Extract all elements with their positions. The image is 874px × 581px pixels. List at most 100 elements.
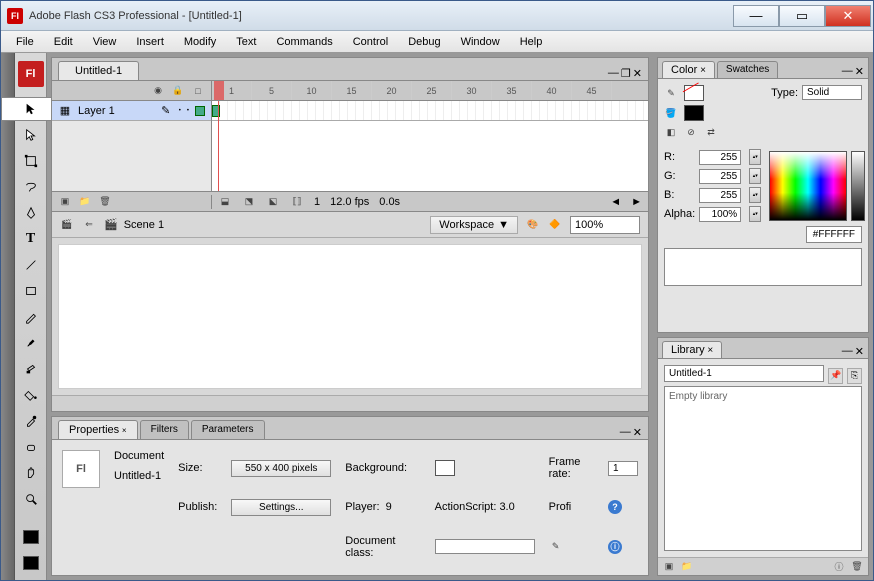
minimize-button[interactable]: — <box>733 5 779 27</box>
timeline-toggle-icon[interactable]: 🎬 <box>60 218 74 232</box>
fill-swatch[interactable] <box>684 105 704 121</box>
delete-lib-icon[interactable]: 🗑 <box>850 560 864 574</box>
tab-parameters[interactable]: Parameters <box>191 420 265 439</box>
delete-layer-button[interactable]: 🗑 <box>98 195 112 209</box>
menu-commands[interactable]: Commands <box>267 34 341 50</box>
timeline-ruler[interactable]: 1 5 10 15 20 25 30 35 40 45 <box>212 81 648 100</box>
edit-scene-icon[interactable]: 🎨 <box>526 218 540 232</box>
scene-crumb[interactable]: 🎬 Scene 1 <box>104 218 164 231</box>
menu-help[interactable]: Help <box>511 34 552 50</box>
framerate-input[interactable] <box>608 461 638 476</box>
back-button[interactable]: ⇐ <box>82 218 96 232</box>
help-icon[interactable]: ? <box>608 500 622 514</box>
value-slider[interactable] <box>851 151 865 221</box>
stroke-swatch[interactable] <box>684 85 704 101</box>
pin-library-icon[interactable]: 📌 <box>828 368 843 384</box>
lasso-tool[interactable] <box>19 175 43 199</box>
onion-outline-icon[interactable]: ⬔ <box>242 195 256 209</box>
stage[interactable] <box>58 244 642 389</box>
panel-close-icon[interactable]: ✕ <box>633 426 642 439</box>
b-spinner[interactable]: ▴▾ <box>749 187 761 203</box>
menu-text[interactable]: Text <box>227 34 265 50</box>
menu-debug[interactable]: Debug <box>399 34 449 50</box>
close-button[interactable]: ✕ <box>825 5 871 27</box>
outline-icon[interactable]: □ <box>191 84 205 98</box>
text-tool[interactable]: T <box>19 227 43 251</box>
panel-menu-icon[interactable]: — <box>842 345 853 358</box>
doc-close-icon[interactable]: ✕ <box>633 67 642 80</box>
background-swatch[interactable] <box>435 460 455 476</box>
fill-color-swatch[interactable] <box>19 551 43 575</box>
stage-scrollbar[interactable] <box>52 395 648 411</box>
library-list[interactable]: Empty library <box>664 386 862 551</box>
timeline-frames[interactable] <box>212 101 648 191</box>
lock-icon[interactable]: 🔒 <box>171 84 185 98</box>
maximize-button[interactable]: ▭ <box>779 5 825 27</box>
color-picker[interactable] <box>769 151 847 221</box>
g-spinner[interactable]: ▴▾ <box>749 168 761 184</box>
library-doc-select[interactable] <box>664 365 824 382</box>
size-button[interactable]: 550 x 400 pixels <box>231 460 331 477</box>
eye-icon[interactable]: ◉ <box>151 84 165 98</box>
r-input[interactable] <box>699 150 741 165</box>
doc-class-input[interactable] <box>435 539 535 554</box>
eyedropper-tool[interactable] <box>19 409 43 433</box>
hex-value[interactable]: #FFFFFF <box>806 226 862 243</box>
g-input[interactable] <box>699 169 741 184</box>
ink-bottle-tool[interactable] <box>19 357 43 381</box>
timeline-layer[interactable]: ▦ Layer 1 ✎ • • <box>52 101 211 121</box>
hand-tool[interactable] <box>19 461 43 485</box>
type-select[interactable] <box>802 85 862 100</box>
r-spinner[interactable]: ▴▾ <box>749 149 761 165</box>
workspace-button[interactable]: Workspace▼ <box>430 216 518 234</box>
menu-file[interactable]: File <box>7 34 43 50</box>
document-tab[interactable]: Untitled-1 <box>58 61 139 80</box>
doc-restore-icon[interactable]: ❐ <box>621 67 631 80</box>
onion-markers-icon[interactable]: ⟦⟧ <box>290 195 304 209</box>
edit-class-icon[interactable]: ✎ <box>549 540 563 554</box>
new-folder-button[interactable]: 📁 <box>78 195 92 209</box>
subselection-tool[interactable] <box>19 123 43 147</box>
zoom-select[interactable] <box>570 216 640 234</box>
tab-library[interactable]: Library × <box>662 341 722 358</box>
menu-window[interactable]: Window <box>452 34 509 50</box>
menu-view[interactable]: View <box>84 34 126 50</box>
alpha-spinner[interactable]: ▴▾ <box>749 206 761 222</box>
menu-insert[interactable]: Insert <box>127 34 173 50</box>
doc-minimize-icon[interactable]: — <box>608 67 619 80</box>
alpha-input[interactable] <box>699 207 741 222</box>
tab-color[interactable]: Color × <box>662 61 715 78</box>
free-transform-tool[interactable] <box>19 149 43 173</box>
pencil-tool[interactable] <box>19 305 43 329</box>
swap-icon[interactable]: ⇄ <box>704 125 718 139</box>
zoom-tool[interactable] <box>19 487 43 511</box>
new-folder-lib-icon[interactable]: 📁 <box>680 560 694 574</box>
rectangle-tool[interactable] <box>19 279 43 303</box>
panel-minimize-icon[interactable]: — <box>620 426 631 439</box>
playhead[interactable] <box>214 81 224 100</box>
nocolor-icon[interactable]: ⊘ <box>684 125 698 139</box>
eraser-tool[interactable] <box>19 435 43 459</box>
settings-button[interactable]: Settings... <box>231 499 331 516</box>
tab-filters[interactable]: Filters <box>140 420 189 439</box>
bw-icon[interactable]: ◧ <box>664 125 678 139</box>
pen-tool[interactable] <box>19 201 43 225</box>
stroke-color-swatch[interactable] <box>19 525 43 549</box>
new-symbol-icon[interactable]: ▣ <box>662 560 676 574</box>
paint-bucket-tool[interactable] <box>19 383 43 407</box>
tab-swatches[interactable]: Swatches <box>717 61 778 78</box>
timeline-scroll-left[interactable]: ◄ <box>610 196 621 208</box>
menu-edit[interactable]: Edit <box>45 34 82 50</box>
edit-frames-icon[interactable]: ⬕ <box>266 195 280 209</box>
panel-menu-icon[interactable]: — <box>842 65 853 78</box>
new-library-icon[interactable]: ⎘ <box>847 368 862 384</box>
timeline-scroll-right[interactable]: ► <box>631 196 642 208</box>
properties-lib-icon[interactable]: ⓘ <box>832 560 846 574</box>
edit-symbol-icon[interactable]: 🔶 <box>548 218 562 232</box>
new-layer-button[interactable]: ▣ <box>58 195 72 209</box>
menu-modify[interactable]: Modify <box>175 34 225 50</box>
menu-control[interactable]: Control <box>344 34 397 50</box>
panel-close-icon[interactable]: ✕ <box>855 345 864 358</box>
info-icon[interactable]: ⓘ <box>608 540 622 554</box>
tab-properties[interactable]: Properties × <box>58 420 138 439</box>
